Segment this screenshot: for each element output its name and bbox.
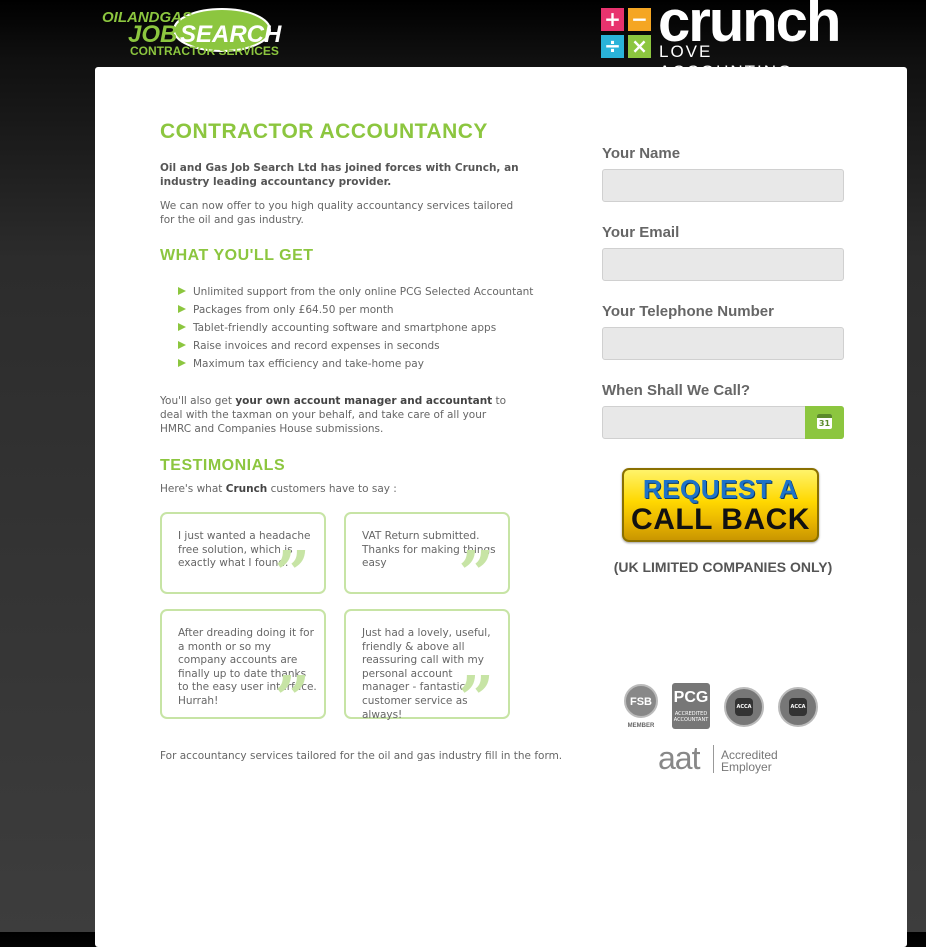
benefit-text: Packages from only £64.50 per month	[193, 304, 394, 316]
quote-icon: ”	[274, 662, 310, 735]
crunch-logo[interactable]: + − ÷ × crunch LOVE ACCOUNTING	[601, 0, 841, 81]
aat-text-line2: Employer	[721, 760, 772, 774]
benefits-list: Unlimited support from the only online P…	[177, 285, 533, 375]
request-callback-button[interactable]: REQUEST A CALL BACK	[622, 468, 819, 542]
benefit-item: Maximum tax efficiency and take-home pay	[177, 357, 533, 375]
page-title: CONTRACTOR ACCOUNTANCY	[160, 120, 488, 143]
benefits-heading: WHAT YOU'LL GET	[160, 247, 314, 264]
arrow-right-icon	[178, 305, 186, 313]
aat-logo: aat	[658, 740, 700, 776]
plus-icon: +	[601, 8, 624, 31]
testimonials-intro: Here's what Crunch customers have to say…	[160, 483, 397, 495]
pcg-sub-text: ACCREDITED ACCOUNTANT	[673, 711, 709, 723]
call-time-label: When Shall We Call?	[602, 382, 751, 399]
quote-icon: ”	[458, 662, 494, 735]
calendar-day: 31	[818, 419, 831, 428]
name-field[interactable]	[602, 169, 844, 202]
testimonial-card: Just had a lovely, useful, friendly & ab…	[344, 609, 510, 730]
testimonial-card: After dreading doing it for a month or s…	[160, 609, 326, 730]
arrow-right-icon	[178, 323, 186, 331]
account-manager-text: You'll also get your own account manager…	[160, 394, 510, 436]
acca-icon: ACCA	[789, 698, 807, 716]
benefit-item: Unlimited support from the only online P…	[177, 285, 533, 303]
phone-label: Your Telephone Number	[602, 303, 774, 320]
cta-line2: CALL BACK	[631, 503, 810, 536]
multiply-icon: ×	[628, 35, 651, 58]
arrow-right-icon	[178, 359, 186, 367]
say-suffix: customers have to say :	[267, 483, 397, 495]
quote-icon: ”	[274, 537, 310, 610]
benefit-item: Packages from only £64.50 per month	[177, 303, 533, 321]
say-prefix: Here's what	[160, 483, 226, 495]
intro-strong-text: Oil and Gas Job Search Ltd has joined fo…	[160, 162, 519, 188]
footer-note: For accountancy services tailored for th…	[160, 750, 563, 762]
aat-accredited-text: Accredited Employer	[721, 749, 778, 773]
minus-icon: −	[628, 8, 651, 31]
benefit-item: Tablet-friendly accounting software and …	[177, 321, 533, 339]
arrow-right-icon	[178, 287, 186, 295]
fsb-sub-text: MEMBER	[628, 723, 655, 729]
pcg-text: PCG	[673, 689, 709, 706]
fsb-icon: FSB MEMBER	[624, 684, 658, 729]
name-label: Your Name	[602, 145, 681, 162]
intro-text: We can now offer to you high quality acc…	[160, 200, 514, 226]
oilandgas-logo-graphic: OILANDGAS JOB SEARCH CONTRACTOR SERVICES	[102, 8, 282, 58]
aat-divider	[713, 745, 714, 773]
main-panel: CONTRACTOR ACCOUNTANCY Oil and Gas Job S…	[95, 67, 907, 947]
calendar-button[interactable]: 31	[805, 406, 844, 439]
pcg-badge: PCG ACCREDITED ACCOUNTANT	[672, 683, 710, 729]
uk-limited-note: (UK LIMITED COMPANIES ONLY)	[613, 559, 833, 575]
divide-icon: ÷	[601, 35, 624, 58]
also-prefix: You'll also get	[160, 395, 236, 407]
call-time-wrapper: 31	[602, 406, 844, 439]
say-bold: Crunch	[225, 483, 268, 495]
testimonials-heading: TESTIMONIALS	[160, 457, 286, 474]
logo-line4: CONTRACTOR SERVICES	[130, 44, 279, 58]
also-bold: your own account manager and accountant	[235, 395, 493, 407]
arrow-right-icon	[178, 341, 186, 349]
phone-field[interactable]	[602, 327, 844, 360]
testimonial-card: I just wanted a headache free solution, …	[160, 512, 326, 605]
acca-approved-badge: ACCA	[778, 687, 818, 727]
benefit-text: Maximum tax efficiency and take-home pay	[193, 358, 424, 370]
fsb-badge: FSB MEMBER	[623, 683, 659, 729]
quote-icon: ”	[458, 537, 494, 610]
testimonial-card: VAT Return submitted. Thanks for making …	[344, 512, 510, 605]
benefit-item: Raise invoices and record expenses in se…	[177, 339, 533, 357]
benefit-text: Raise invoices and record expenses in se…	[193, 340, 440, 352]
benefit-text: Unlimited support from the only online P…	[193, 286, 534, 298]
cta-line1: REQUEST A	[642, 474, 799, 504]
acca-icon: ACCA	[735, 698, 753, 716]
fsb-text: FSB	[630, 696, 652, 708]
acca-badge: ACCA	[724, 687, 764, 727]
benefit-text: Tablet-friendly accounting software and …	[193, 322, 497, 334]
email-label: Your Email	[602, 224, 680, 241]
oilandgas-jobsearch-logo[interactable]: OILANDGAS JOB SEARCH CONTRACTOR SERVICES	[102, 6, 292, 62]
calendar-icon: 31	[817, 414, 832, 429]
email-field[interactable]	[602, 248, 844, 281]
